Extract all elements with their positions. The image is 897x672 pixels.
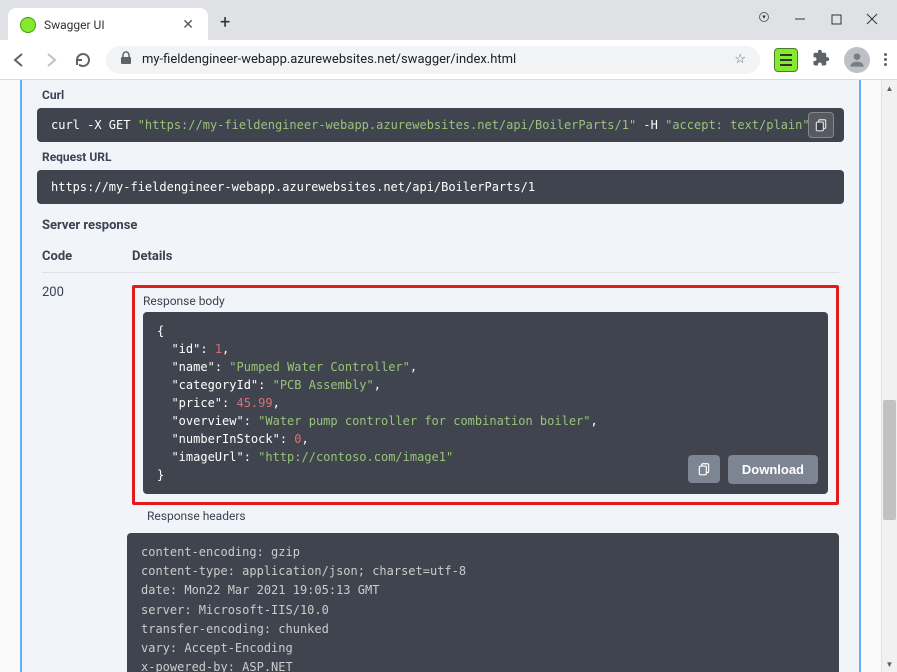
- scroll-down-icon[interactable]: ▼: [882, 656, 897, 672]
- close-window-button[interactable]: [865, 12, 879, 26]
- back-button[interactable]: [10, 51, 28, 69]
- browser-toolbar: my-fieldengineer-webapp.azurewebsites.ne…: [0, 40, 897, 80]
- new-tab-button[interactable]: +: [220, 12, 230, 33]
- bookmark-icon[interactable]: ☆: [734, 52, 746, 67]
- scroll-thumb[interactable]: [883, 400, 896, 520]
- browser-tab[interactable]: Swagger UI ✕: [8, 8, 208, 42]
- lock-icon: [120, 51, 132, 69]
- scroll-up-icon[interactable]: ▲: [882, 80, 897, 96]
- tab-title: Swagger UI: [44, 18, 180, 32]
- server-response-heading: Server response: [22, 204, 859, 239]
- response-headers-wrap: content-encoding: gzip content-type: app…: [22, 527, 859, 672]
- extensions-icon[interactable]: [812, 49, 830, 71]
- response-headers: content-encoding: gzip content-type: app…: [127, 533, 839, 672]
- response-body: { "id": 1, "name": "Pumped Water Control…: [143, 312, 828, 494]
- forward-button[interactable]: [42, 51, 60, 69]
- response-body-heading: Response body: [143, 294, 828, 308]
- response-body-highlight: Response body { "id": 1, "name": "Pumped…: [132, 285, 839, 505]
- window-controls: ▾: [759, 8, 897, 26]
- copy-curl-button[interactable]: [808, 112, 834, 138]
- swagger-extension-icon[interactable]: [774, 48, 798, 72]
- copy-response-button[interactable]: [688, 455, 720, 483]
- divider: [42, 272, 839, 273]
- response-actions: Download: [688, 455, 818, 485]
- address-bar[interactable]: my-fieldengineer-webapp.azurewebsites.ne…: [106, 46, 760, 74]
- page-viewport: Curl curl -X GET "https://my-fieldengine…: [0, 80, 897, 672]
- response-row: 200 Response body { "id": 1, "name": "Pu…: [22, 277, 859, 505]
- curl-command: curl -X GET "https://my-fieldengineer-we…: [37, 108, 844, 142]
- maximize-button[interactable]: [829, 12, 843, 26]
- response-table-header: Code Details: [22, 239, 859, 268]
- browser-titlebar: Swagger UI ✕ + ▾: [0, 0, 897, 40]
- request-url-value: https://my-fieldengineer-webapp.azureweb…: [37, 170, 844, 204]
- close-icon[interactable]: ✕: [180, 17, 196, 33]
- reload-button[interactable]: [74, 51, 92, 69]
- response-headers-heading: Response headers: [127, 509, 859, 523]
- status-code: 200: [42, 285, 102, 505]
- profile-avatar[interactable]: [844, 47, 870, 73]
- url-text: my-fieldengineer-webapp.azurewebsites.ne…: [142, 52, 734, 67]
- browser-menu-button[interactable]: [884, 53, 887, 66]
- swagger-favicon: [20, 17, 36, 33]
- download-button[interactable]: Download: [728, 455, 818, 485]
- operation-panel: Curl curl -X GET "https://my-fieldengine…: [20, 80, 861, 672]
- minimize-button[interactable]: [793, 12, 807, 26]
- swagger-content: Curl curl -X GET "https://my-fieldengine…: [0, 80, 881, 672]
- curl-heading: Curl: [22, 80, 859, 108]
- request-url-heading: Request URL: [22, 142, 859, 170]
- tab-search-icon[interactable]: ▾: [759, 12, 769, 22]
- vertical-scrollbar[interactable]: ▲ ▼: [881, 80, 897, 672]
- details-column-header: Details: [132, 249, 839, 264]
- code-column-header: Code: [42, 249, 102, 264]
